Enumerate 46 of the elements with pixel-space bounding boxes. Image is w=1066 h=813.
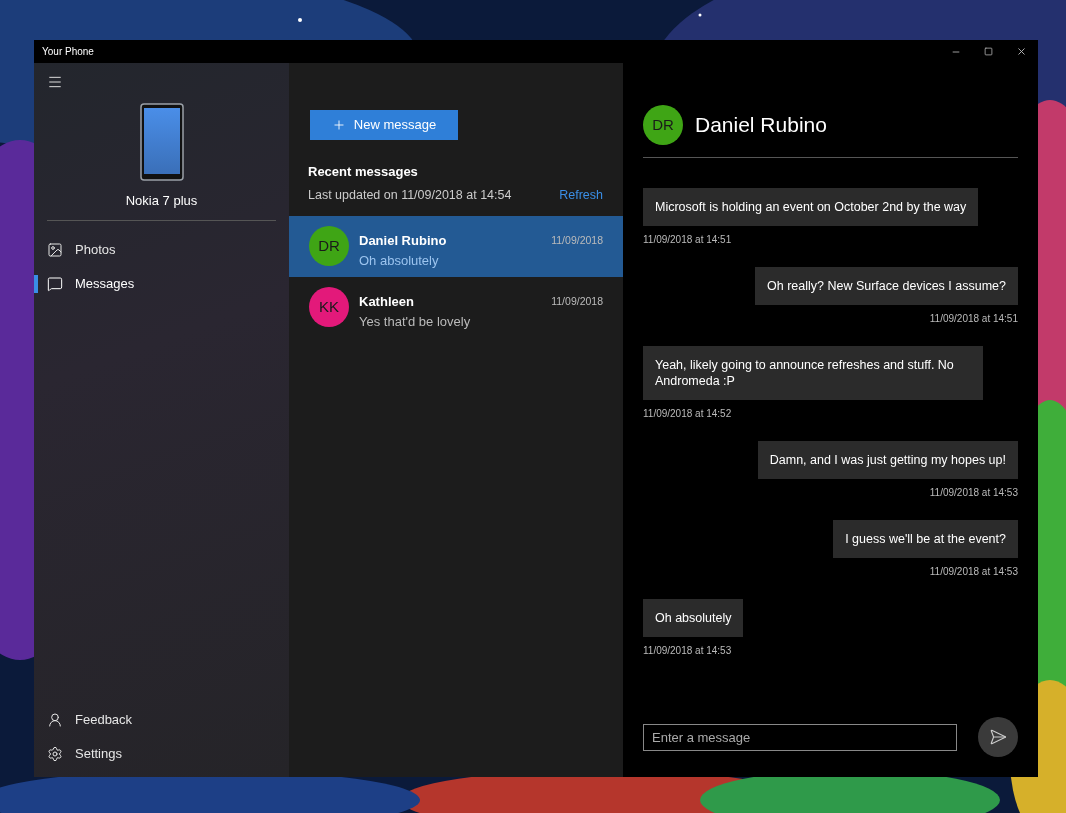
- new-message-button[interactable]: New message: [310, 110, 458, 140]
- message-bubble: Oh absolutely: [643, 599, 744, 637]
- conversation-item[interactable]: KK Kathleen Yes that'd be lovely 11/09/2018: [289, 277, 623, 339]
- chat-contact-name: Daniel Rubino: [695, 112, 827, 139]
- settings-icon: [47, 746, 63, 762]
- nav-item[interactable]: Feedback: [34, 703, 289, 737]
- nav-item[interactable]: Settings: [34, 737, 289, 771]
- section-heading: Recent messages: [308, 163, 419, 181]
- refresh-link[interactable]: Refresh: [559, 185, 603, 205]
- contact-name: Daniel Rubino: [359, 232, 448, 251]
- contact-avatar: KK: [309, 287, 349, 328]
- conversation-date: 11/09/2018: [551, 294, 603, 310]
- last-updated-text: Last updated on 11/09/2018 at 14:54: [308, 186, 512, 204]
- close-icon: [1016, 46, 1027, 57]
- contact-avatar: DR: [309, 226, 349, 267]
- maximize-icon: [984, 47, 993, 56]
- message-input[interactable]: Enter a message: [643, 723, 957, 751]
- contact-name: Kathleen: [359, 293, 415, 312]
- plus-icon: [331, 118, 346, 132]
- conversation-date: 11/09/2018: [551, 233, 603, 249]
- send-icon: [989, 728, 1007, 746]
- message-preview: Yes that'd be lovely: [359, 312, 472, 331]
- window-title: Your Phone: [41, 45, 95, 59]
- message-timestamp: 11/09/2018 at 14:53: [929, 565, 1018, 579]
- device-name: Nokia 7 plus: [125, 192, 198, 210]
- message-bubble: Microsoft is holding an event on October 2nd by the way: [643, 188, 979, 226]
- message-bubble: Oh really? New Surface devices I assume?: [755, 267, 1018, 305]
- photos-icon: [47, 241, 63, 258]
- message-preview: Oh absolutely: [359, 251, 440, 270]
- message-timestamp: 11/09/2018 at 14:52: [643, 407, 732, 421]
- nav-item[interactable]: Photos: [34, 232, 289, 267]
- person-icon: [47, 712, 63, 728]
- send-button[interactable]: [978, 717, 1018, 757]
- nav-item[interactable]: Messages: [34, 266, 289, 301]
- message-bubble: Damn, and I was just getting my hopes up!: [757, 441, 1018, 479]
- message-timestamp: 11/09/2018 at 14:53: [643, 644, 732, 658]
- message-timestamp: 11/09/2018 at 14:51: [929, 312, 1018, 326]
- message-timestamp: 11/09/2018 at 14:53: [929, 486, 1018, 500]
- message-timestamp: 11/09/2018 at 14:51: [643, 233, 732, 247]
- phone-icon: [139, 103, 184, 181]
- contact-avatar: DR: [643, 105, 683, 145]
- conversation-item[interactable]: DR Daniel Rubino Oh absolutely 11/09/2018: [289, 216, 623, 278]
- menu-icon: [47, 74, 63, 90]
- message-bubble: I guess we'll be at the event?: [833, 520, 1018, 558]
- message-bubble: Yeah, likely going to announce refreshes and stuff. No Andromeda :P: [643, 346, 983, 400]
- message-icon: [47, 275, 63, 292]
